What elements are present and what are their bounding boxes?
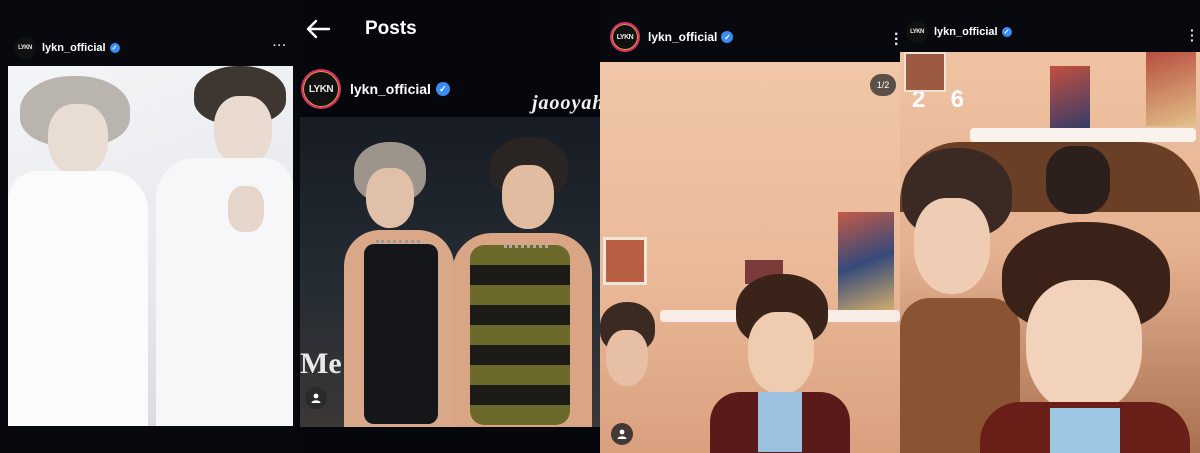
post-header: LYKN lykn_official ✓ <box>301 69 450 109</box>
post-panel-3: LYKN lykn_official ✓ 1/2 · · · <box>600 0 900 453</box>
username[interactable]: lykn_official <box>350 81 431 97</box>
verified-badge-icon: ✓ <box>435 82 450 96</box>
arrow-left-icon <box>306 19 331 39</box>
post-photo[interactable] <box>8 66 293 426</box>
profile-avatar[interactable]: LYKN <box>301 69 341 109</box>
wall-poster <box>904 52 946 92</box>
verified-badge-icon: ✓ <box>1001 27 1012 37</box>
top-bar: Posts <box>305 18 417 40</box>
carousel-counter: 1/2 <box>870 74 896 96</box>
post-header: LYKN lykn_official ✓ <box>906 21 1012 43</box>
light-bar <box>970 128 1196 142</box>
verified-badge-icon: ✓ <box>109 43 120 53</box>
tagged-users-icon[interactable] <box>305 387 327 409</box>
more-options-icon[interactable]: ··· <box>894 27 899 53</box>
profile-avatar[interactable]: LYKN <box>14 37 36 59</box>
post-panel-4: LYKN lykn_official ✓ 2 6 · · · <box>900 0 1200 453</box>
overlay-text: Me <box>300 347 342 380</box>
person-figure-right <box>452 137 592 427</box>
person-figure-left <box>340 142 460 427</box>
verified-badge-icon: ✓ <box>721 31 734 43</box>
wall-poster <box>603 237 647 285</box>
person-figure-left <box>8 76 148 426</box>
watermark-text: jaooyahh <box>532 92 600 114</box>
username[interactable]: lykn_official <box>648 30 717 44</box>
person-figure-right <box>980 222 1190 453</box>
page-title: Posts <box>365 18 417 39</box>
wall-poster <box>1146 52 1196 126</box>
wall-poster <box>1050 66 1090 132</box>
person-figure-right <box>148 66 293 426</box>
post-photo[interactable]: Me <box>300 117 600 427</box>
post-header: LYKN lykn_official ✓ <box>14 37 120 59</box>
post-panel-1: LYKN lykn_official ✓ ··· <box>0 0 297 453</box>
tagged-users-icon[interactable] <box>611 423 633 445</box>
back-button[interactable] <box>305 19 331 39</box>
username[interactable]: lykn_official <box>934 26 998 38</box>
post-panel-2: Posts LYKN lykn_official ✓ Me jaooyahh <box>297 0 600 453</box>
post-header: LYKN lykn_official ✓ <box>610 22 734 52</box>
post-photo[interactable]: 2 6 <box>900 52 1200 453</box>
profile-avatar[interactable]: LYKN <box>610 22 640 52</box>
more-options-icon[interactable]: ··· <box>273 40 287 52</box>
profile-avatar[interactable]: LYKN <box>906 21 928 43</box>
username[interactable]: lykn_official <box>42 42 106 54</box>
post-photo[interactable]: 1/2 <box>600 62 900 453</box>
more-options-icon[interactable]: ··· <box>1190 23 1195 47</box>
person-figure-center <box>710 274 850 453</box>
hat <box>1046 146 1110 214</box>
